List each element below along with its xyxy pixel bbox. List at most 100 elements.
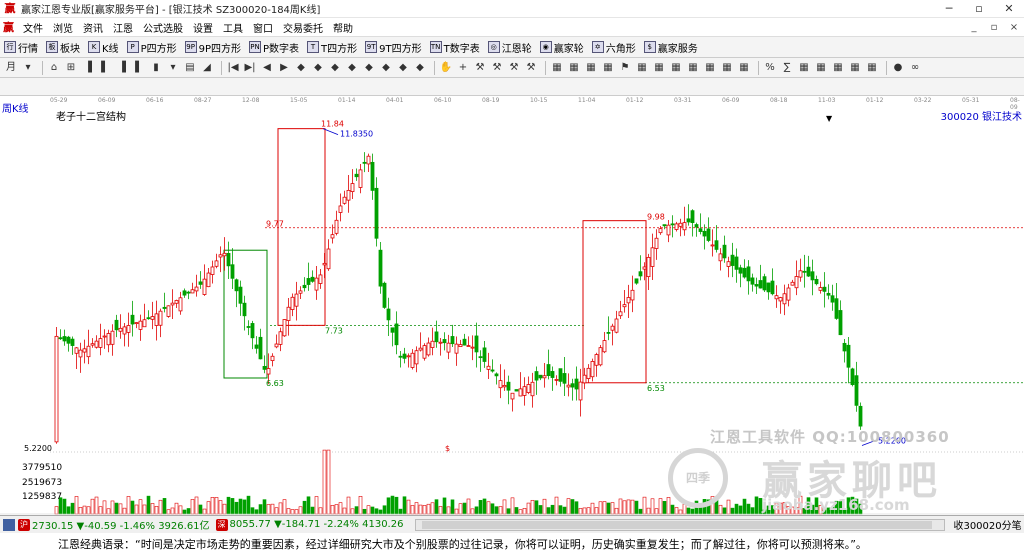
toolbar-item-10[interactable]: ◉ 赢家轮 — [536, 38, 588, 57]
menu-tools[interactable]: 工具 — [218, 20, 248, 35]
chart-tool-icon[interactable]: ◆ — [379, 61, 393, 75]
chart-tool-icon[interactable]: ▦ — [831, 61, 845, 75]
chart-tool-icon[interactable]: ▦ — [737, 61, 751, 75]
toolbar-item-7[interactable]: 9T 9T四方形 — [361, 38, 425, 57]
scrollbar-thumb[interactable] — [422, 520, 933, 529]
index-sh[interactable]: 沪 2730.15 ▼-40.59 -1.46% 3926.61亿 — [18, 517, 210, 532]
tick-detail-label[interactable]: 收300020分笔 — [953, 517, 1021, 532]
menu-file[interactable]: 文件 — [18, 20, 48, 35]
chart-tool-icon[interactable]: ▦ — [814, 61, 828, 75]
menu-settings[interactable]: 设置 — [188, 20, 218, 35]
chart-tool-icon[interactable]: ▦ — [550, 61, 564, 75]
chart-tool-icon[interactable]: ◀ — [260, 61, 274, 75]
volume-bar — [418, 504, 423, 515]
chart-tool-icon[interactable]: ▦ — [703, 61, 717, 75]
chart-tool-icon[interactable]: ▮ — [149, 61, 163, 75]
volume-bar — [594, 507, 599, 515]
candle-body — [606, 332, 611, 334]
toolbar-item-11[interactable]: ✡ 六角形 — [588, 38, 640, 57]
toolbar-item-5[interactable]: PN P数字表 — [245, 38, 303, 57]
volume-bar — [110, 500, 115, 515]
menu-news[interactable]: 资讯 — [78, 20, 108, 35]
chart-tool-icon[interactable]: ▌ — [98, 61, 112, 75]
chart-tool-icon[interactable]: ◢ — [200, 61, 214, 75]
candle-body — [646, 256, 651, 278]
candle-body — [622, 304, 627, 308]
chart-tool-icon[interactable]: ◆ — [362, 61, 376, 75]
horizontal-scrollbar[interactable] — [415, 518, 946, 531]
chart-tool-icon[interactable]: ⊞ — [64, 61, 78, 75]
toolbar-item-12[interactable]: $ 赢家服务 — [640, 38, 702, 57]
toolbar-item-3[interactable]: P P四方形 — [123, 38, 181, 57]
chart-tool-icon[interactable]: ▐ — [81, 61, 95, 75]
chart-tool-icon[interactable]: ⚒ — [507, 61, 521, 75]
chart-tool-icon[interactable]: ⚒ — [473, 61, 487, 75]
chart-tool-icon[interactable]: ∑ — [780, 61, 794, 75]
chart-tool-icon[interactable]: ∞ — [908, 61, 922, 75]
chart-tool-icon[interactable]: |◀ — [226, 61, 240, 75]
toolbar-item-1[interactable]: 板板块 — [42, 38, 84, 57]
toolbar-item-2[interactable]: K K线 — [84, 38, 123, 57]
candle-body — [778, 297, 783, 302]
menu-help[interactable]: 帮助 — [328, 20, 358, 35]
chart-tool-icon[interactable]: ▦ — [720, 61, 734, 75]
chart-tool-icon[interactable]: ◆ — [311, 61, 325, 75]
chart-tool-icon[interactable]: ▶ — [277, 61, 291, 75]
menu-window[interactable]: 窗口 — [248, 20, 278, 35]
chart-tool-icon[interactable]: ◆ — [413, 61, 427, 75]
chart-tool-icon[interactable]: ▦ — [797, 61, 811, 75]
chart-tool-icon[interactable]: ▦ — [848, 61, 862, 75]
volume-bar — [118, 503, 123, 515]
chart-tool-icon[interactable]: ● — [891, 61, 905, 75]
chart-tool-icon[interactable]: ◆ — [396, 61, 410, 75]
candle-body — [230, 264, 235, 279]
menu-trade[interactable]: 交易委托 — [278, 20, 328, 35]
volume-bar — [182, 509, 187, 515]
close-button[interactable]: ✕ — [994, 0, 1024, 18]
chart-tool-icon[interactable]: ▦ — [584, 61, 598, 75]
chart-tool-icon[interactable]: ⌂ — [47, 61, 61, 75]
chart-tool-icon[interactable]: ◆ — [345, 61, 359, 75]
chart-tool-icon[interactable]: ▦ — [601, 61, 615, 75]
restore-button[interactable]: ▫ — [964, 0, 994, 18]
mdi-close-button[interactable]: × — [1004, 22, 1024, 33]
chart-tool-icon[interactable]: ▌ — [132, 61, 146, 75]
chart-tool-icon[interactable]: ◆ — [328, 61, 342, 75]
chart-tool-icon[interactable]: ▦ — [686, 61, 700, 75]
chart-tool-icon[interactable]: ✋ — [439, 61, 453, 75]
chart-tool-icon[interactable]: ◆ — [294, 61, 308, 75]
chart-tool-icon[interactable]: ▦ — [669, 61, 683, 75]
toolbar-item-8[interactable]: TN T数字表 — [426, 38, 484, 57]
chart-tool-icon[interactable]: ▤ — [183, 61, 197, 75]
toolbar-item-9[interactable]: ◎ 江恩轮 — [484, 38, 536, 57]
grid-icon[interactable] — [3, 518, 15, 531]
mdi-restore-button[interactable]: ▫ — [984, 22, 1004, 33]
index-sz[interactable]: 深 8055.77 ▼-184.71 -2.24% 4130.26 — [215, 518, 403, 531]
chart-tool-icon[interactable]: ▾ — [166, 61, 180, 75]
chart-tool-icon[interactable]: ▾ — [21, 61, 35, 75]
chart-tool-icon[interactable]: ▶| — [243, 61, 257, 75]
volume-bar — [314, 496, 319, 515]
chart-tool-icon[interactable]: ▦ — [652, 61, 666, 75]
menu-gann[interactable]: 江恩 — [108, 20, 138, 35]
toolbar-item-6[interactable]: T T四方形 — [303, 38, 361, 57]
chart-tool-icon[interactable]: % — [763, 61, 777, 75]
chart-tool-icon[interactable]: ▦ — [567, 61, 581, 75]
red-box-2 — [582, 220, 647, 384]
toolbar-item-0[interactable]: 行行情 — [0, 38, 42, 57]
chart-tool-icon[interactable]: ⚑ — [618, 61, 632, 75]
toolbar-label: 板块 — [60, 43, 80, 55]
chart-tool-icon[interactable]: ▦ — [635, 61, 649, 75]
menu-formula[interactable]: 公式选股 — [138, 20, 188, 35]
chart-tool-icon[interactable]: + — [456, 61, 470, 75]
menu-browse[interactable]: 浏览 — [48, 20, 78, 35]
chart-tool-icon[interactable]: ⚒ — [524, 61, 538, 75]
mdi-minimize-button[interactable]: _ — [964, 22, 984, 33]
toolbar-item-4[interactable]: 9P 9P四方形 — [181, 38, 245, 57]
minimize-button[interactable]: ─ — [934, 0, 964, 18]
chart-tool-icon[interactable]: ▐ — [115, 61, 129, 75]
candle-body — [830, 295, 835, 303]
chart-tool-icon[interactable]: 月 — [4, 61, 18, 75]
chart-tool-icon[interactable]: ⚒ — [490, 61, 504, 75]
chart-tool-icon[interactable]: ▦ — [865, 61, 879, 75]
